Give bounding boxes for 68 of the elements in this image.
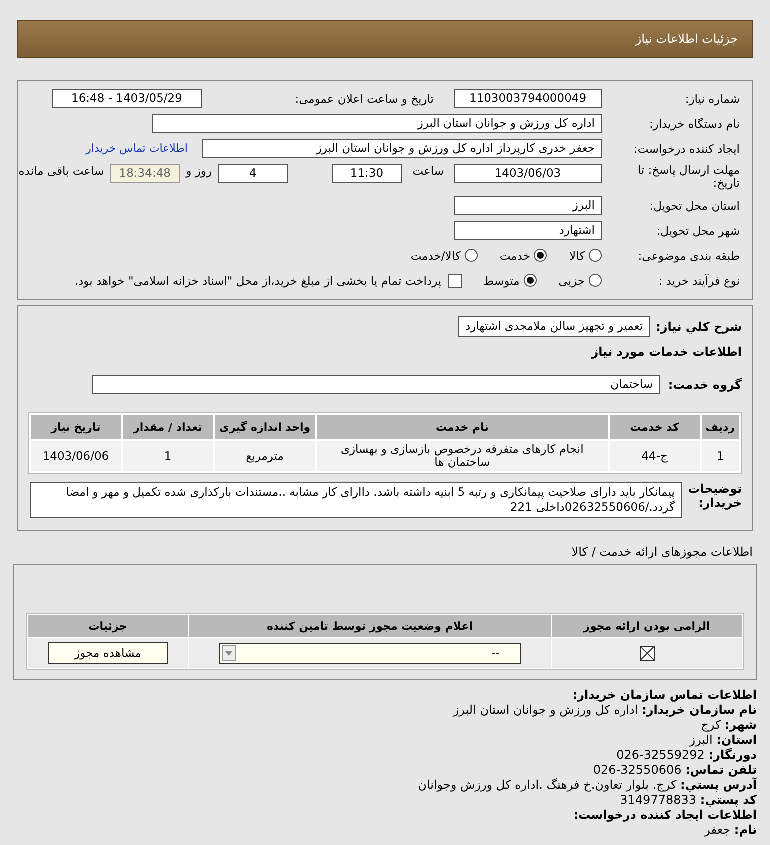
field-label: روز و: [186, 164, 212, 178]
radio-label: خدمت: [500, 248, 530, 262]
input-field[interactable]: البرز: [454, 196, 602, 215]
contact-detail: استان: البرز: [690, 733, 757, 747]
field-label: شهر محل تحویل:: [656, 224, 740, 238]
column-header: کد خدمت: [610, 415, 700, 439]
field-label: مهلت ارسال پاسخ: تا تاریخ:: [636, 164, 740, 190]
input-field[interactable]: تعمیر و تجهیز سالن ملامجدی اشتهارد: [458, 316, 650, 337]
status-dropdown[interactable]: --: [219, 642, 521, 664]
contact-detail: نام سازمان خریدار: اداره کل ورزش و جوانان استان البرز: [453, 703, 757, 717]
column-header: تاریخ نیاز: [31, 415, 121, 439]
section-heading: اطلاعات ایجاد کننده درخواست:: [574, 808, 757, 822]
radio-label: کالا: [569, 248, 585, 262]
radio-button[interactable]: [524, 274, 537, 287]
radio-label: جزیی: [558, 274, 585, 288]
contact-detail: شهر: کرج: [701, 718, 757, 732]
view-permit-button[interactable]: مشاهده مجوز: [48, 642, 168, 664]
column-header: واحد اندازه گیری: [215, 415, 315, 439]
field-label: ساعت: [412, 164, 444, 178]
checkbox[interactable]: [448, 274, 462, 288]
input-field[interactable]: 4: [218, 164, 288, 183]
table-cell: 1403/06/06: [31, 441, 121, 471]
field-label: ایجاد کننده درخواست:: [633, 142, 740, 156]
column-header: اعلام وضعیت مجوز توسط تامین کننده: [189, 615, 551, 637]
table-cell: ج-44: [610, 441, 700, 471]
column-header: ردیف: [702, 415, 739, 439]
column-header: جزئیات: [28, 615, 188, 637]
buyer-notes-field: پیمانکار باید دارای صلاحیت پیمانکاری و رتبه 5 ابنیه داشته باشد. داارای کار مشابه ..مستندات بارکذاری شده تکمیل و مهر و امضا گردد./02632550606داخلی 221: [30, 482, 682, 518]
section-heading: اطلاعات تماس سازمان خریدار:: [572, 688, 757, 702]
field-label: ساعت باقی مانده: [18, 164, 104, 178]
field-label: شرح کلي نياز:: [656, 320, 742, 334]
field-label: نوع فرآیند خرید :: [658, 274, 740, 288]
radio-button[interactable]: [589, 249, 602, 262]
dropdown-arrow-icon: [225, 650, 233, 656]
column-header: نام خدمت: [317, 415, 608, 439]
contact-detail: نام: جعفر: [704, 823, 757, 837]
input-field[interactable]: 1403/06/03: [454, 164, 602, 183]
column-header: الزامی بودن ارائه مجوز: [552, 615, 742, 637]
radio-label: متوسط: [484, 274, 520, 288]
radio-button[interactable]: [534, 249, 548, 262]
input-field[interactable]: 1103003794000049: [454, 89, 602, 108]
input-field[interactable]: جعفر خدری کارپرداز اداره کل ورزش و جوانان استان البرز: [202, 139, 602, 158]
field-label: استان محل تحویل:: [648, 198, 740, 212]
radio-label: کالا/خدمت: [410, 248, 461, 262]
table-cell: انجام کارهای متفرقه درخصوص بازسازی و بهسازی ساختمان ها: [317, 441, 608, 471]
field-label: شماره نیاز:: [684, 92, 740, 106]
field-label: تاریخ و ساعت اعلان عمومی:: [294, 92, 434, 106]
contact-detail: آدرس پستي: کرج. بلوار تعاون.خ فرهنگ .اداره کل ورزش وجوانان: [418, 778, 757, 792]
input-field[interactable]: ساختمان: [92, 375, 660, 394]
buyer-contact-link[interactable]: اطلاعات تماس خریدار: [86, 142, 188, 155]
field-label: نام دستگاه خریدار:: [648, 116, 740, 130]
column-header: تعداد / مقدار: [123, 415, 213, 439]
table-cell: 1: [123, 441, 213, 471]
input-field[interactable]: 11:30: [332, 164, 402, 183]
radio-button[interactable]: [589, 274, 602, 287]
field-label: طبقه بندی موضوعی:: [637, 248, 740, 262]
table-cell: 1: [702, 441, 739, 471]
input-field[interactable]: اداره کل ورزش و جوانان استان البرز: [152, 114, 602, 133]
section-title: اطلاعات مجوزهای ارائه خدمت / کالا: [572, 545, 753, 559]
remaining-time-field: 18:34:48: [110, 164, 180, 183]
page-title-bar: جزئیات اطلاعات نیاز: [17, 20, 753, 58]
table-cell: مترمربع: [215, 441, 315, 471]
input-field[interactable]: اشتهارد: [454, 221, 602, 240]
radio-button[interactable]: [464, 249, 478, 262]
section-heading: اطلاعات خدمات مورد نیاز: [592, 345, 742, 359]
checkbox-label: پرداخت تمام یا بخشی از مبلغ خرید،از محل "اسناد خزانه اسلامی" خواهد بود.: [74, 274, 442, 288]
input-field[interactable]: 1403/05/29 - 16:48: [52, 89, 202, 108]
field-label: گروه خدمت:: [672, 378, 742, 392]
